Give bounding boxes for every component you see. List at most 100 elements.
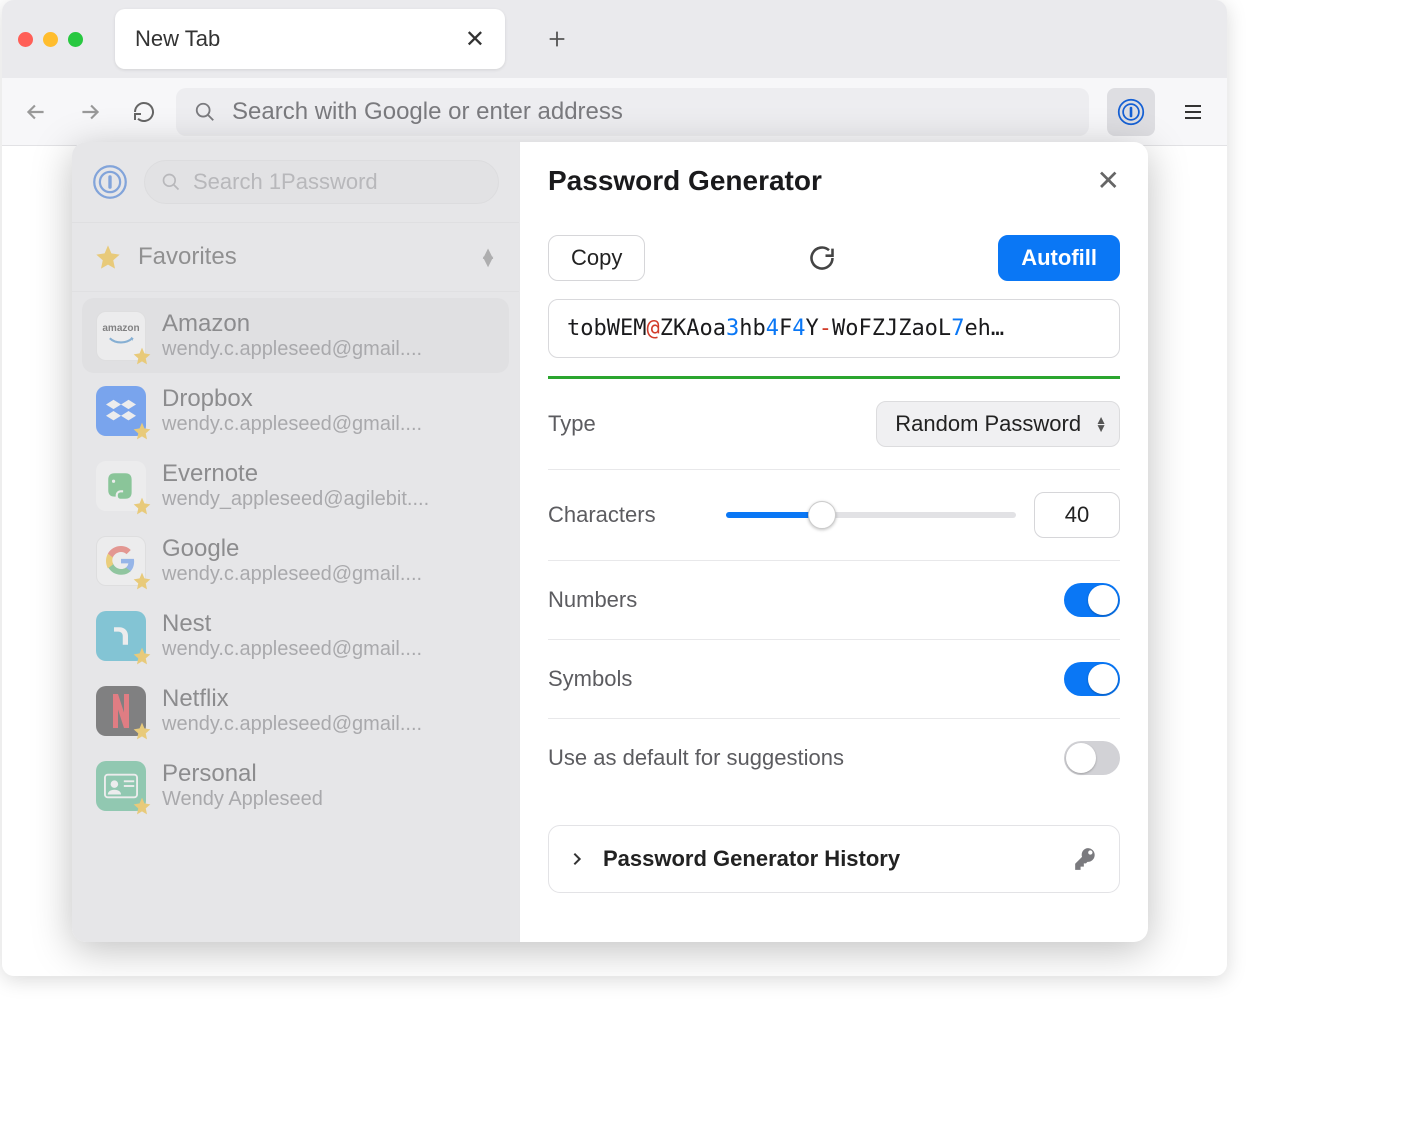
favorite-star-icon xyxy=(132,496,152,516)
list-item[interactable]: amazonAmazonwendy.c.appleseed@gmail.... xyxy=(82,298,509,373)
tab-title: New Tab xyxy=(135,26,220,52)
default-suggestions-label: Use as default for suggestions xyxy=(548,745,844,771)
favorite-star-icon xyxy=(132,421,152,441)
close-tab-icon[interactable]: ✕ xyxy=(465,25,485,54)
updown-icon: ▲▼ xyxy=(1095,416,1107,432)
dropbox-icon xyxy=(96,386,146,436)
chevron-right-icon xyxy=(569,851,585,867)
nav-toolbar: Search with Google or enter address xyxy=(2,78,1227,146)
refresh-icon xyxy=(132,100,156,124)
symbols-row: Symbols xyxy=(548,640,1120,719)
type-value: Random Password xyxy=(895,411,1081,437)
copy-label: Copy xyxy=(571,245,622,271)
numbers-label: Numbers xyxy=(548,587,637,613)
onepassword-extension-button[interactable] xyxy=(1107,88,1155,136)
hamburger-icon xyxy=(1181,100,1205,124)
type-select[interactable]: Random Password ▲▼ xyxy=(876,401,1120,447)
onepassword-popup: Search 1Password Favorites ▲▼ amazonAmaz… xyxy=(72,142,1148,942)
search-input[interactable]: Search 1Password xyxy=(144,160,499,204)
item-list-panel: Search 1Password Favorites ▲▼ amazonAmaz… xyxy=(72,142,520,942)
refresh-icon xyxy=(808,244,836,272)
page-content: Search 1Password Favorites ▲▼ amazonAmaz… xyxy=(2,146,1227,976)
onepassword-icon xyxy=(1117,98,1145,126)
popup-left-header: Search 1Password xyxy=(72,142,519,223)
search-icon xyxy=(161,172,181,192)
characters-input[interactable]: 40 xyxy=(1034,492,1120,538)
item-title: Amazon xyxy=(162,310,422,338)
arrow-right-icon xyxy=(77,99,103,125)
list-item[interactable]: Netflixwendy.c.appleseed@gmail.... xyxy=(82,673,509,748)
onepassword-logo-icon[interactable] xyxy=(92,164,128,200)
favorite-star-icon xyxy=(132,721,152,741)
favorites-header[interactable]: Favorites ▲▼ xyxy=(72,223,519,292)
sort-toggle-icon[interactable]: ▲▼ xyxy=(479,249,497,265)
autofill-button[interactable]: Autofill xyxy=(998,235,1120,281)
copy-button[interactable]: Copy xyxy=(548,235,645,281)
item-text: Netflixwendy.c.appleseed@gmail.... xyxy=(162,685,422,736)
item-text: PersonalWendy Appleseed xyxy=(162,760,323,811)
plus-icon xyxy=(546,28,568,50)
search-placeholder: Search 1Password xyxy=(193,169,378,195)
item-title: Personal xyxy=(162,760,323,788)
characters-label: Characters xyxy=(548,502,656,528)
item-subtitle: wendy.c.appleseed@gmail.... xyxy=(162,413,422,436)
history-button[interactable]: Password Generator History xyxy=(548,825,1120,893)
nest-icon xyxy=(96,611,146,661)
characters-row: Characters 40 xyxy=(548,470,1120,561)
back-button[interactable] xyxy=(14,90,58,134)
browser-tab[interactable]: New Tab ✕ xyxy=(115,9,505,69)
symbols-label: Symbols xyxy=(548,666,632,692)
type-row: Type Random Password ▲▼ xyxy=(548,379,1120,470)
item-title: Google xyxy=(162,535,422,563)
list-item[interactable]: Googlewendy.c.appleseed@gmail.... xyxy=(82,523,509,598)
address-bar[interactable]: Search with Google or enter address xyxy=(176,88,1089,136)
regenerate-button[interactable] xyxy=(802,238,842,278)
item-title: Evernote xyxy=(162,460,429,488)
autofill-label: Autofill xyxy=(1021,245,1097,271)
item-title: Nest xyxy=(162,610,422,638)
search-icon xyxy=(194,101,216,123)
browser-window: New Tab ✕ Search with Google or enter ad… xyxy=(2,0,1227,976)
new-tab-button[interactable] xyxy=(537,19,577,59)
list-item[interactable]: Evernotewendy_appleseed@agilebit.... xyxy=(82,448,509,523)
identity-icon xyxy=(96,761,146,811)
characters-value: 40 xyxy=(1065,502,1089,528)
netflix-icon xyxy=(96,686,146,736)
slider-handle[interactable] xyxy=(808,501,836,529)
favorite-star-icon xyxy=(132,571,152,591)
reload-button[interactable] xyxy=(122,90,166,134)
close-generator-button[interactable]: ✕ xyxy=(1097,164,1120,197)
favorite-star-icon xyxy=(132,346,152,366)
item-text: Dropboxwendy.c.appleseed@gmail.... xyxy=(162,385,422,436)
item-subtitle: wendy.c.appleseed@gmail.... xyxy=(162,713,422,736)
characters-slider[interactable] xyxy=(726,512,1016,518)
numbers-row: Numbers xyxy=(548,561,1120,640)
item-subtitle: wendy.c.appleseed@gmail.... xyxy=(162,338,422,361)
list-item[interactable]: Nestwendy.c.appleseed@gmail.... xyxy=(82,598,509,673)
generated-password-field[interactable]: tobWEM@ZKAoa3hb4F4Y-WoFZJZaoL7eh… xyxy=(548,299,1120,358)
item-list: amazonAmazonwendy.c.appleseed@gmail.... D… xyxy=(72,292,519,829)
item-text: Googlewendy.c.appleseed@gmail.... xyxy=(162,535,422,586)
generator-title: Password Generator xyxy=(548,165,822,197)
default-suggestions-toggle[interactable] xyxy=(1064,741,1120,775)
window-close-button[interactable] xyxy=(18,32,33,47)
item-subtitle: wendy.c.appleseed@gmail.... xyxy=(162,563,422,586)
item-subtitle: wendy_appleseed@agilebit.... xyxy=(162,488,429,511)
list-item[interactable]: PersonalWendy Appleseed xyxy=(82,748,509,823)
address-placeholder: Search with Google or enter address xyxy=(232,98,623,126)
favorites-label: Favorites xyxy=(138,243,237,271)
item-subtitle: wendy.c.appleseed@gmail.... xyxy=(162,638,422,661)
star-icon xyxy=(94,243,122,271)
item-title: Netflix xyxy=(162,685,422,713)
browser-menu-button[interactable] xyxy=(1171,90,1215,134)
window-minimize-button[interactable] xyxy=(43,32,58,47)
titlebar: New Tab ✕ xyxy=(2,0,1227,78)
list-item[interactable]: Dropboxwendy.c.appleseed@gmail.... xyxy=(82,373,509,448)
evernote-icon xyxy=(96,461,146,511)
numbers-toggle[interactable] xyxy=(1064,583,1120,617)
window-maximize-button[interactable] xyxy=(68,32,83,47)
forward-button[interactable] xyxy=(68,90,112,134)
item-subtitle: Wendy Appleseed xyxy=(162,788,323,811)
default-suggestions-row: Use as default for suggestions xyxy=(548,719,1120,797)
symbols-toggle[interactable] xyxy=(1064,662,1120,696)
